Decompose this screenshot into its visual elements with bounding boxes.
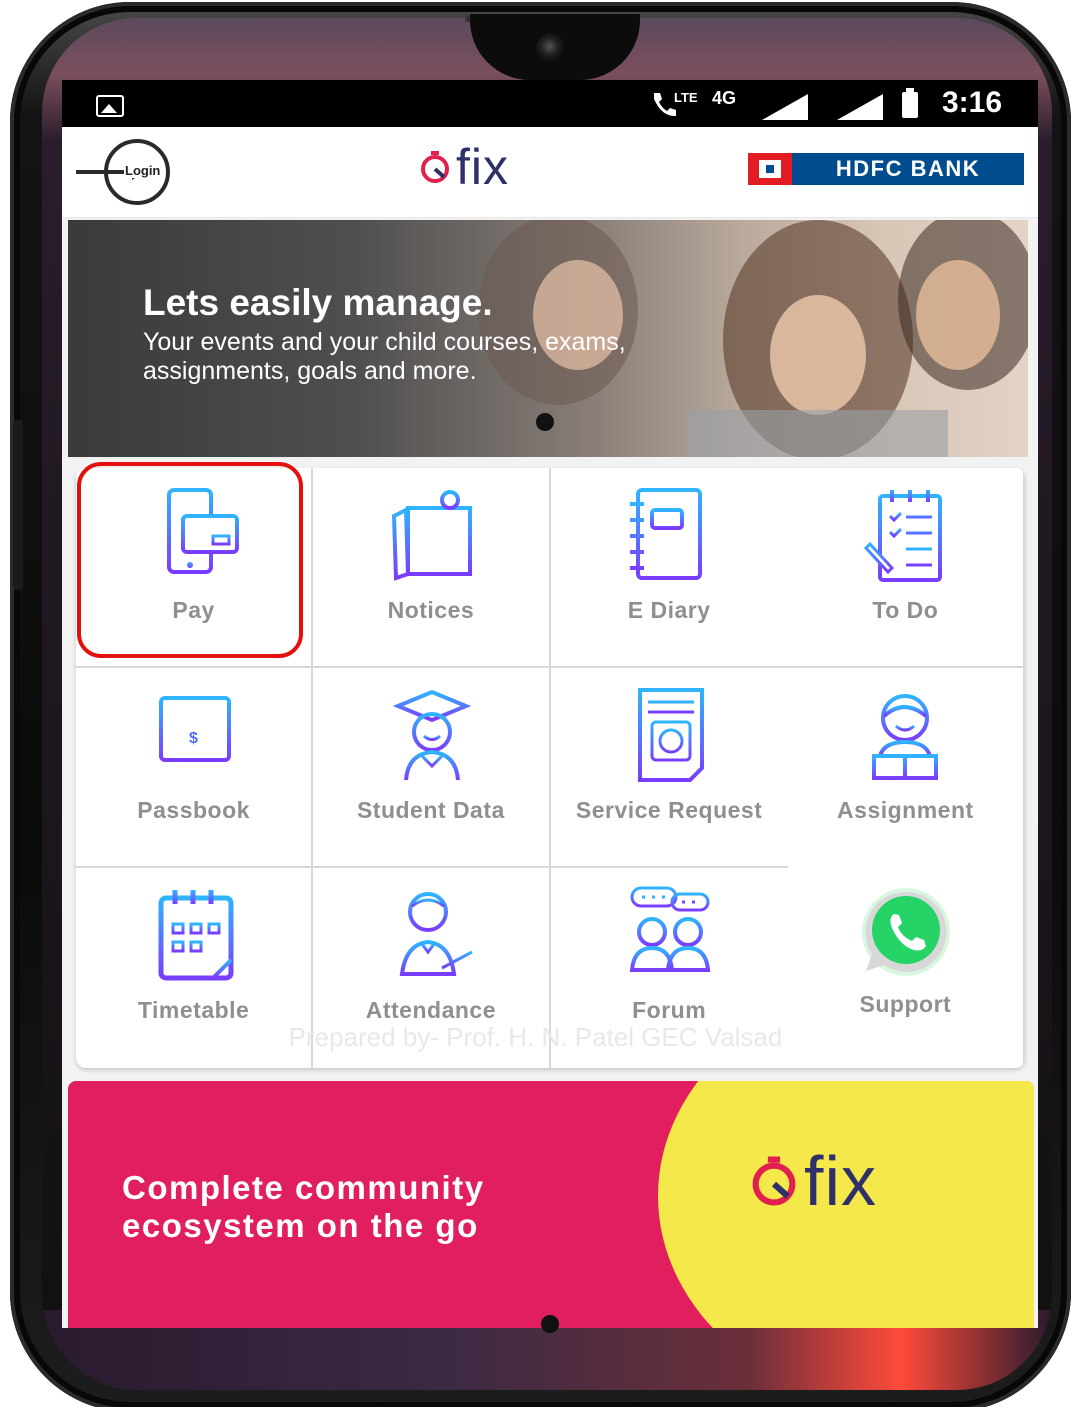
menu-tile-assignment[interactable]: Assignment bbox=[788, 668, 1025, 868]
todo-icon bbox=[864, 490, 943, 582]
stopwatch-icon bbox=[421, 151, 449, 183]
tile-label: E Diary bbox=[627, 597, 711, 623]
app-screen: LTE 4G 3:16 Login fix HDFC BANK Lets eas… bbox=[62, 80, 1038, 1328]
whatsapp-icon bbox=[862, 888, 951, 976]
hdfc-mark-icon bbox=[748, 153, 792, 185]
gallery-icon bbox=[96, 95, 124, 117]
tile-label: Student Data bbox=[356, 797, 505, 823]
diary-icon bbox=[630, 488, 703, 580]
logo-text: fix bbox=[456, 139, 509, 195]
menu-grid: Pay Notices E Diary To Do $ Passbook Stu… bbox=[76, 468, 1025, 1068]
tile-label: Passbook bbox=[137, 797, 250, 823]
signal-icon bbox=[762, 94, 808, 120]
tile-label: Notices bbox=[387, 597, 475, 623]
bank-name: HDFC BANK bbox=[792, 153, 1024, 185]
carousel-indicator[interactable] bbox=[536, 413, 554, 431]
data-label: 4G bbox=[712, 88, 737, 108]
slide: LTE 4G 3:16 Login fix HDFC BANK Lets eas… bbox=[0, 0, 1071, 1407]
hero-banner[interactable]: Lets easily manage. Your events and your… bbox=[68, 220, 1028, 457]
battery-icon bbox=[902, 88, 918, 118]
forum-icon bbox=[629, 886, 711, 972]
hdfc-bank-logo: HDFC BANK bbox=[748, 153, 1024, 185]
attendance-icon bbox=[399, 892, 473, 976]
svg-text:$: $ bbox=[189, 730, 198, 747]
menu-tile-notices[interactable]: Notices bbox=[313, 468, 551, 668]
promo-logo: fix bbox=[748, 1141, 877, 1221]
assignment-icon bbox=[872, 694, 939, 780]
slide-caption: Prepared by- Prof. H. N. Patel GEC Valsa… bbox=[288, 1022, 783, 1052]
lte-label: LTE bbox=[674, 90, 698, 105]
app-header: Login fix HDFC BANK bbox=[62, 127, 1038, 218]
stopwatch-icon bbox=[752, 1156, 796, 1206]
menu-tile-service-request[interactable]: Service Request bbox=[550, 668, 788, 868]
tile-label: Service Request bbox=[575, 797, 763, 823]
tile-label: Pay bbox=[172, 597, 215, 623]
menu-tile-ediary[interactable]: E Diary bbox=[550, 468, 788, 668]
front-camera bbox=[536, 33, 566, 63]
carousel-indicator[interactable] bbox=[541, 1315, 559, 1333]
status-bar: LTE 4G 3:16 bbox=[62, 80, 1038, 127]
login-label: Login bbox=[124, 163, 162, 178]
promo-text: Complete community ecosystem on the go bbox=[122, 1169, 485, 1244]
tile-label: To Do bbox=[872, 597, 939, 623]
passbook-icon: $ bbox=[154, 696, 235, 762]
menu-tile-student-data[interactable]: Student Data bbox=[313, 668, 551, 868]
clock: 3:16 bbox=[942, 86, 1003, 119]
student-icon bbox=[392, 689, 472, 781]
volume-button bbox=[13, 420, 23, 590]
signal-icon bbox=[837, 94, 883, 120]
app-logo: fix bbox=[418, 137, 509, 197]
menu-tile-todo[interactable]: To Do bbox=[787, 468, 1025, 668]
tile-label: Assignment bbox=[837, 797, 974, 823]
banner-subtitle: Your events and your child courses, exam… bbox=[143, 328, 626, 385]
promo-banner[interactable]: Complete community ecosystem on the go f… bbox=[68, 1081, 1034, 1328]
menu-tile-passbook[interactable]: $ Passbook bbox=[76, 668, 314, 868]
login-button[interactable]: Login bbox=[76, 137, 188, 207]
banner-title: Lets easily manage. bbox=[143, 282, 493, 323]
tile-label: Support bbox=[859, 991, 952, 1017]
notices-icon bbox=[391, 490, 472, 581]
service-request-icon bbox=[638, 688, 705, 782]
menu-tile-pay[interactable]: Pay bbox=[76, 468, 314, 668]
promo-logo-text: fix bbox=[804, 1142, 877, 1220]
pay-icon bbox=[166, 488, 239, 574]
calendar-icon bbox=[158, 890, 234, 981]
